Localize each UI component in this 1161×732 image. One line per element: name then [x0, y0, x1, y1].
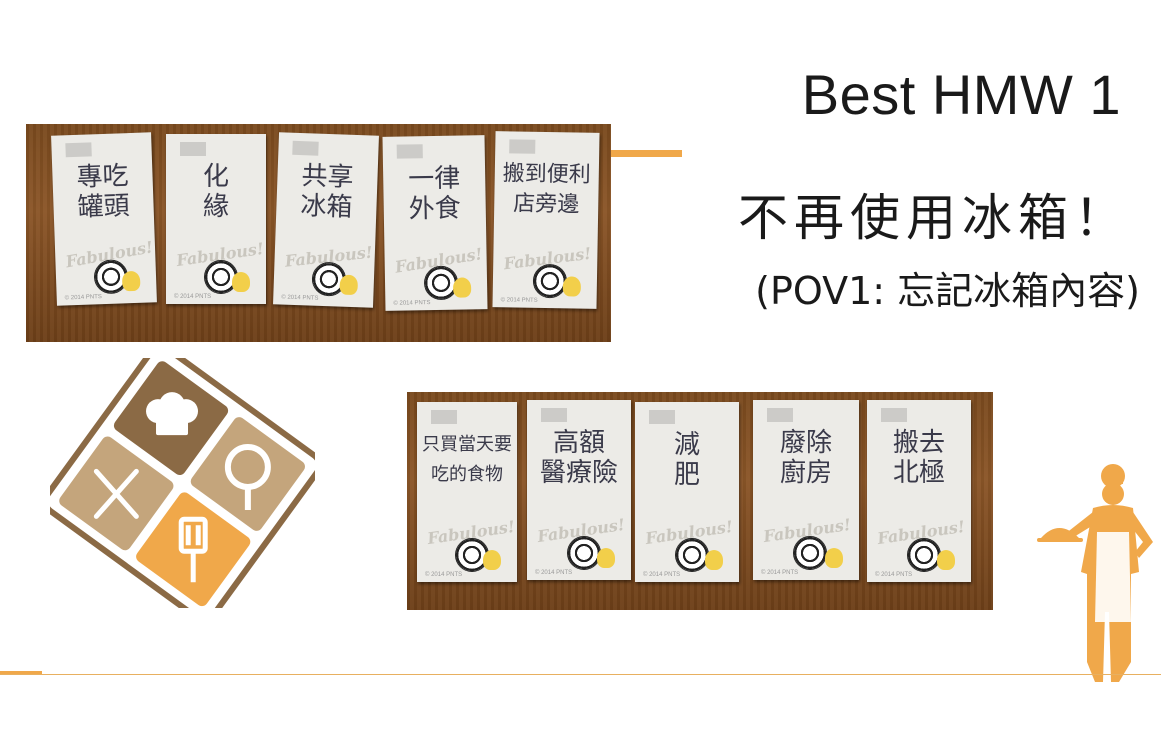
note-text: 一律 外食: [407, 163, 462, 225]
slide-title: Best HMW 1: [801, 63, 1121, 126]
soccer-ball-icon: [906, 538, 941, 572]
card-copyright: © 2014 PNTS: [643, 572, 681, 578]
note-text: 搬到便利 店旁邊: [502, 161, 592, 218]
bird-icon: [937, 550, 955, 570]
note-text: 搬去 北極: [892, 428, 945, 488]
photo-sticky-notes-bottom: 只買當天要 吃的食物 Fabulous! © 2014 PNTS 高額 醫療險 …: [407, 392, 993, 610]
note-text: 只買當天要 吃的食物: [422, 434, 512, 485]
soccer-ball-icon: [674, 538, 709, 572]
note-text: 高額 醫療險: [539, 428, 618, 488]
card-copyright: © 2014 PNTS: [425, 572, 463, 578]
bird-icon: [121, 270, 141, 292]
sticky-note: 一律 外食 Fabulous! © 2014 PNTS: [382, 135, 488, 311]
card-copyright: © 2014 PNTS: [281, 294, 319, 302]
sticky-note: 共享 冰箱 Fabulous! © 2014 PNTS: [273, 132, 379, 308]
sticky-note: 只買當天要 吃的食物 Fabulous! © 2014 PNTS: [417, 402, 517, 582]
bird-icon: [232, 272, 250, 292]
card-copyright: © 2014 PNTS: [535, 570, 573, 576]
bird-icon: [452, 277, 472, 298]
photo-sticky-notes-top: 專吃 罐頭 Fabulous! © 2014 PNTS 化 緣 Fabulous…: [26, 124, 611, 342]
pov-caption: (POV1: 忘記冰箱內容): [755, 269, 1140, 313]
soccer-ball-icon: [566, 536, 601, 570]
bird-icon: [483, 550, 501, 570]
sticky-note: 搬去 北極 Fabulous! © 2014 PNTS: [867, 400, 971, 582]
card-copyright: © 2014 PNTS: [761, 570, 799, 576]
kitchen-logo: [50, 358, 315, 608]
card-copyright: © 2014 PNTS: [64, 294, 102, 302]
sticky-note: 廢除 廚房 Fabulous! © 2014 PNTS: [753, 400, 859, 580]
card-copyright: © 2014 PNTS: [500, 297, 538, 304]
card-copyright: © 2014 PNTS: [875, 572, 913, 578]
bird-icon: [705, 550, 723, 570]
accent-bar: [610, 150, 682, 157]
sticky-note: 減 肥 Fabulous! © 2014 PNTS: [635, 402, 739, 582]
note-text: 專吃 罐頭: [76, 161, 131, 223]
footer-accent: [0, 671, 42, 674]
sticky-note: 專吃 罐頭 Fabulous! © 2014 PNTS: [51, 132, 157, 306]
bird-icon: [597, 548, 615, 568]
bird-icon: [339, 274, 359, 296]
note-text: 共享 冰箱: [299, 161, 355, 223]
soccer-ball-icon: [793, 536, 828, 570]
note-text: 減 肥: [673, 430, 700, 490]
card-copyright: © 2014 PNTS: [393, 300, 431, 307]
slide-subtitle: 不再使用冰箱！: [738, 189, 1130, 247]
bird-icon: [562, 276, 582, 297]
soccer-ball-icon: [532, 263, 567, 299]
chef-serving-icon: [1037, 464, 1153, 682]
note-text: 廢除 廚房: [779, 428, 832, 488]
sticky-note: 高額 醫療險 Fabulous! © 2014 PNTS: [527, 400, 631, 580]
footer-rule: [0, 674, 1161, 675]
sticky-note: 搬到便利 店旁邊 Fabulous! © 2014 PNTS: [492, 131, 600, 309]
bird-icon: [825, 548, 843, 568]
note-text: 化 緣: [202, 162, 229, 222]
card-copyright: © 2014 PNTS: [174, 294, 212, 300]
sticky-note: 化 緣 Fabulous! © 2014 PNTS: [166, 134, 266, 304]
